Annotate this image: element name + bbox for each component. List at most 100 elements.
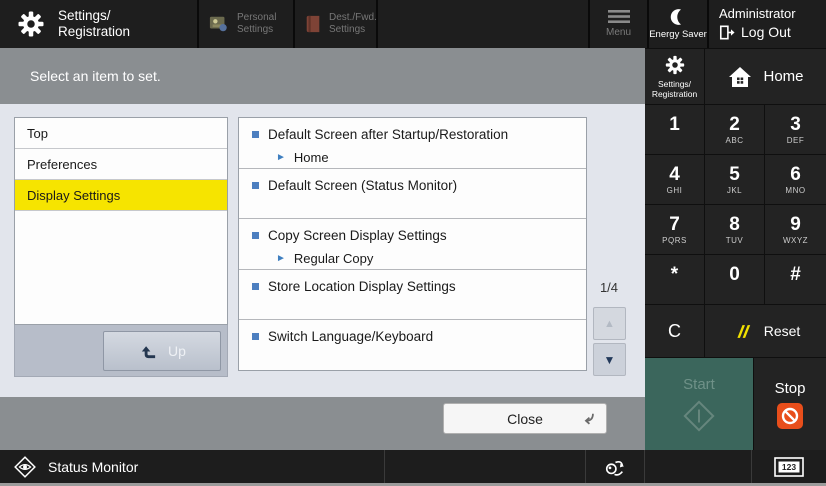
settings-registration-key[interactable]: Settings/ Registration <box>645 49 705 104</box>
home-key-label: Home <box>763 68 804 85</box>
return-arrow-icon <box>582 412 596 426</box>
settings-registration-header: Settings/ Registration <box>0 0 197 48</box>
up-button[interactable]: Up <box>103 331 221 371</box>
setting-label: Copy Screen Display Settings <box>268 228 447 244</box>
settings-reg-key-label: Settings/ <box>657 78 692 89</box>
personal-settings-icon <box>208 14 230 34</box>
keypad-key-hash[interactable]: # <box>765 255 826 305</box>
tab-personal-settings[interactable]: Personal Settings <box>197 0 293 48</box>
up-arrow-icon <box>138 342 158 361</box>
stop-prohibit-icon <box>777 403 803 429</box>
nav-item-label: Top <box>27 125 48 141</box>
status-monitor-label: Status Monitor <box>48 458 139 475</box>
setting-value: Regular Copy <box>293 251 374 267</box>
home-icon <box>727 65 753 89</box>
item-bullet-icon <box>252 131 259 138</box>
setting-row-default-screen-status-monitor[interactable]: Default Screen (Status Monitor) <box>239 169 586 220</box>
keypad-key-3[interactable]: 3 DEF <box>765 105 826 155</box>
start-key[interactable]: Start <box>645 358 753 451</box>
item-bullet-icon <box>252 282 259 290</box>
triangle-up-icon: ▲ <box>604 317 615 330</box>
keypad-key-8[interactable]: 8 TUV <box>705 205 765 255</box>
setting-value: Home <box>293 150 329 165</box>
user-switch-button[interactable] <box>585 450 645 483</box>
clear-key[interactable]: C <box>645 305 705 357</box>
gear-icon <box>664 54 686 76</box>
hamburger-icon <box>607 10 630 23</box>
setting-row-switch-language-keyboard[interactable]: Switch Language/Keyboard <box>239 320 586 370</box>
start-diamond-icon <box>682 399 716 433</box>
nav-item-label: Preferences <box>27 156 98 172</box>
item-bullet-icon <box>252 333 259 341</box>
triangle-down-icon: ▼ <box>603 352 616 367</box>
setting-label: Store Location Display Settings <box>268 278 456 294</box>
user-switch-icon <box>603 456 627 478</box>
counter-check-button[interactable]: 123 <box>751 450 826 483</box>
bottom-status-bar: Status Monitor 123 <box>0 450 826 483</box>
nav-item-display-settings[interactable]: Display Settings <box>15 180 227 211</box>
gear-icon <box>16 9 46 39</box>
user-session-box: Administrator Log Out <box>707 0 826 48</box>
setting-row-store-location-display[interactable]: Store Location Display Settings <box>239 270 586 321</box>
setting-row-default-screen-startup[interactable]: Default Screen after Startup/Restoration… <box>239 118 586 169</box>
clear-key-label: C <box>668 320 681 341</box>
reset-slashes-icon <box>731 323 755 340</box>
tab-label: Dest./Fwd. Settings <box>329 11 377 36</box>
value-triangle-icon: ► <box>276 151 286 163</box>
item-bullet-icon <box>252 232 259 240</box>
moon-icon <box>669 8 687 26</box>
keypad-key-9[interactable]: 9 WXYZ <box>765 205 826 255</box>
energy-saver-button[interactable]: Energy Saver <box>647 0 707 48</box>
page-down-button[interactable]: ▼ <box>593 343 626 376</box>
keypad-key-5[interactable]: 5 JKL <box>705 155 765 205</box>
settings-item-list: Default Screen after Startup/Restoration… <box>238 117 587 371</box>
up-button-label: Up <box>168 343 186 359</box>
home-key[interactable]: Home <box>705 49 826 104</box>
top-bar: Settings/ Registration Personal Settings… <box>0 0 826 48</box>
setting-row-copy-screen-display[interactable]: Copy Screen Display Settings ► Regular C… <box>239 219 586 270</box>
setting-label: Default Screen after Startup/Restoration <box>268 127 509 142</box>
nav-item-preferences[interactable]: Preferences <box>15 149 227 180</box>
keypad-key-1[interactable]: 1 <box>645 105 705 155</box>
menu-button[interactable]: Menu <box>588 0 647 48</box>
page-title: Settings/ Registration <box>58 7 131 39</box>
user-name: Administrator <box>719 6 796 21</box>
keypad-key-0[interactable]: 0 <box>705 255 765 305</box>
item-bullet-icon <box>252 181 259 189</box>
reset-key[interactable]: Reset <box>705 305 826 357</box>
logout-button[interactable]: Log Out <box>719 24 826 40</box>
keypad-key-7[interactable]: 7 PQRS <box>645 205 705 255</box>
page-indicator: 1/4 <box>599 280 619 295</box>
nav-item-label: Display Settings <box>27 187 121 203</box>
setting-label: Default Screen (Status Monitor) <box>268 177 458 193</box>
numeric-keypad: 1 2 ABC 3 DEF 4 GHI 5 JKL 6 MNO 7 PQRS 8 TUV 9W… <box>645 105 826 305</box>
status-monitor-button[interactable]: Status Monitor <box>0 450 385 483</box>
keypad-key-2[interactable]: 2 ABC <box>705 105 765 155</box>
tab-dest-fwd-settings[interactable]: Dest./Fwd. Settings <box>293 0 378 48</box>
setting-label: Switch Language/Keyboard <box>268 329 434 345</box>
counter-123-icon: 123 <box>774 456 804 477</box>
reset-key-label: Reset <box>763 323 801 339</box>
logout-door-icon <box>719 24 735 40</box>
close-button[interactable]: Close <box>443 403 607 434</box>
menu-label: Menu <box>605 27 631 38</box>
nav-footer: Up <box>14 325 228 377</box>
bottom-action-strip: Close <box>0 397 645 450</box>
stop-key-label: Stop <box>774 380 806 397</box>
keypad-key-star[interactable]: * <box>645 255 705 305</box>
energy-saver-label: Energy Saver <box>649 29 707 40</box>
hard-key-sidebar: Settings/ Registration Home 1 2 ABC 3 DEF … <box>645 48 826 451</box>
keypad-key-6[interactable]: 6 MNO <box>765 155 826 205</box>
page-up-button[interactable]: ▲ <box>593 307 626 340</box>
value-triangle-icon: ► <box>276 252 286 264</box>
start-key-label: Start <box>683 376 715 393</box>
keypad-key-4[interactable]: 4 GHI <box>645 155 705 205</box>
close-button-label: Close <box>507 410 543 427</box>
status-monitor-icon <box>12 454 38 480</box>
clear-reset-row: C Reset <box>645 305 826 358</box>
nav-item-top[interactable]: Top <box>15 118 227 149</box>
stop-key[interactable]: Stop <box>753 358 826 451</box>
instruction-text: Select an item to set. <box>30 68 161 84</box>
logout-label: Log Out <box>741 24 791 40</box>
sidebar-top-row: Settings/ Registration Home <box>645 49 826 105</box>
